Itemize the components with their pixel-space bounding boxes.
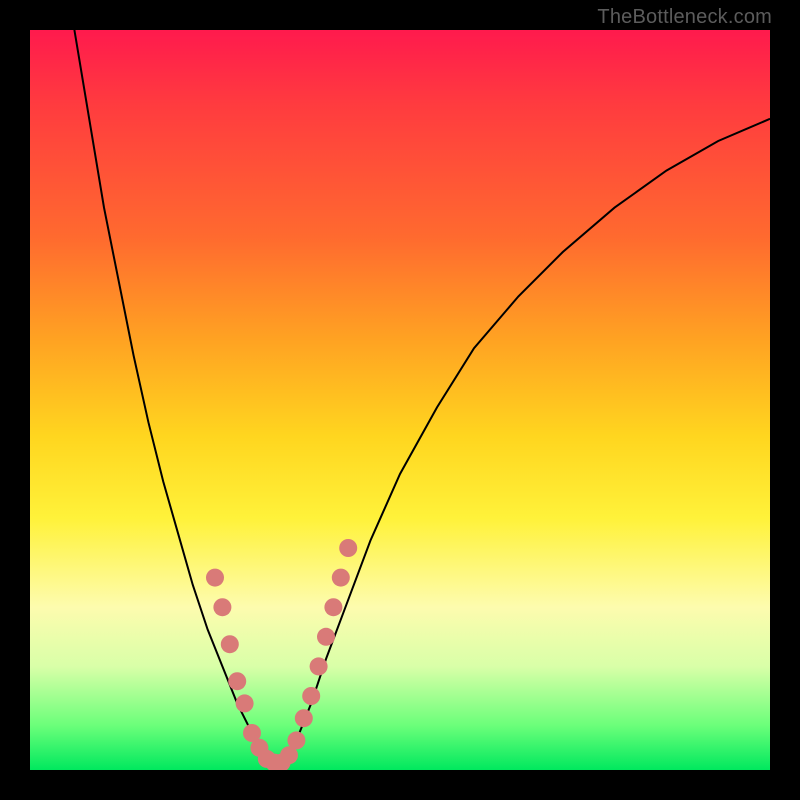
plot-area bbox=[30, 30, 770, 770]
marker-dot bbox=[302, 687, 320, 705]
trough-markers bbox=[206, 539, 357, 770]
marker-dot bbox=[228, 672, 246, 690]
marker-dot bbox=[213, 598, 231, 616]
marker-dot bbox=[324, 598, 342, 616]
chart-svg bbox=[30, 30, 770, 770]
marker-dot bbox=[339, 539, 357, 557]
marker-dot bbox=[317, 628, 335, 646]
marker-dot bbox=[310, 657, 328, 675]
marker-dot bbox=[221, 635, 239, 653]
curve-left-branch bbox=[74, 30, 274, 763]
marker-dot bbox=[206, 569, 224, 587]
marker-dot bbox=[287, 731, 305, 749]
watermark-text: TheBottleneck.com bbox=[597, 6, 772, 29]
marker-dot bbox=[295, 709, 313, 727]
curve-right-branch bbox=[282, 119, 770, 763]
marker-dot bbox=[332, 569, 350, 587]
marker-dot bbox=[236, 694, 254, 712]
outer-frame: TheBottleneck.com bbox=[0, 0, 800, 800]
